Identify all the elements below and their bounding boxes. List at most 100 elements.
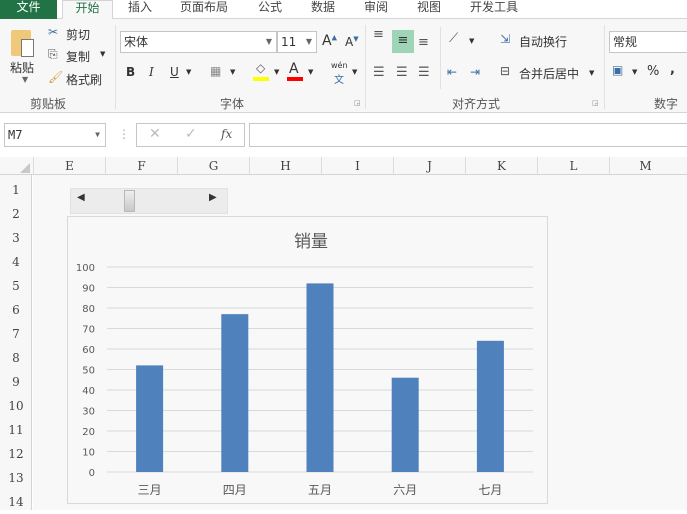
merge-center-label: 合并后居中 [519, 67, 580, 81]
row-header-5[interactable]: 5 [0, 274, 32, 298]
align-left-icon[interactable]: ☰ [373, 65, 385, 80]
row-header-9[interactable]: 9 [0, 370, 32, 394]
font-size-select[interactable]: 11 ▼ [277, 31, 317, 53]
formula-bar: M7 ▼ ⋮ ✕ ✓ fx [0, 114, 687, 154]
row-header-8[interactable]: 8 [0, 346, 32, 370]
align-right-icon[interactable]: ☰ [418, 65, 430, 80]
y-tick-label: 60 [82, 345, 95, 356]
phonetic-pinyin: wén [331, 61, 348, 70]
fill-color-button[interactable]: ◇ ▼ [252, 61, 282, 81]
column-header-F[interactable]: F [105, 157, 177, 175]
align-middle-button[interactable]: ≡ [392, 30, 414, 53]
row-header-4[interactable]: 4 [0, 250, 32, 274]
column-header-J[interactable]: J [393, 157, 465, 175]
bar-四月[interactable] [221, 314, 249, 472]
phonetic-button[interactable]: wén 文 ▼ [330, 61, 360, 86]
group-label-font: 字体 [220, 97, 245, 111]
tab-developer[interactable]: 开发工具 [470, 0, 518, 19]
formula-buttons: ✕ ✓ fx [136, 123, 245, 147]
ribbon: 粘贴 ▼ ✂ 剪切 ⎘ 复制 ▼ 🖌 格式刷 剪贴板 宋体 ▼ 11 ▼ A▲ A▼… [0, 19, 687, 113]
copy-button[interactable]: ⎘ 复制 ▼ [48, 47, 110, 65]
x-tick-label: 四月 [223, 483, 247, 497]
tab-page-layout[interactable]: 页面布局 [180, 0, 228, 19]
tab-formulas[interactable]: 公式 [258, 0, 282, 19]
chevron-down-icon: ▼ [589, 69, 595, 77]
row-header-10[interactable]: 10 [0, 394, 32, 418]
tab-file[interactable]: 文件 [0, 0, 57, 19]
italic-button[interactable]: I [149, 65, 154, 79]
chevron-down-icon: ▼ [230, 68, 236, 76]
tab-review[interactable]: 审阅 [364, 0, 388, 19]
ribbon-tabs: 文件 开始 插入 页面布局 公式 数据 审阅 视图 开发工具 [0, 0, 687, 20]
row-header-12[interactable]: 12 [0, 442, 32, 466]
column-header-K[interactable]: K [465, 157, 537, 175]
bar-六月[interactable] [391, 377, 419, 472]
dialog-launcher-icon[interactable]: ◲ [592, 99, 599, 107]
align-bottom-icon[interactable]: ≡ [418, 35, 429, 50]
name-box-value: M7 [8, 128, 23, 142]
increase-indent-icon[interactable]: ⇥ [470, 65, 480, 79]
bar-七月[interactable] [476, 340, 504, 472]
tab-view[interactable]: 视图 [417, 0, 441, 19]
number-format-select[interactable]: 常规 [609, 31, 687, 53]
y-tick-label: 40 [82, 386, 95, 397]
column-header-H[interactable]: H [249, 157, 321, 175]
row-header-13[interactable]: 13 [0, 466, 32, 490]
align-center-icon[interactable]: ☰ [396, 65, 408, 80]
tab-home[interactable]: 开始 [62, 0, 113, 20]
wrap-text-button[interactable]: ⇲ 自动换行 [500, 31, 580, 51]
scroll-thumb[interactable] [124, 190, 135, 212]
merge-center-button[interactable]: ⊟ 合并后居中 ▼ [500, 63, 598, 83]
cut-button[interactable]: ✂ 剪切 [48, 25, 108, 43]
tab-insert[interactable]: 插入 [128, 0, 152, 19]
underline-button[interactable]: U [170, 65, 179, 79]
column-header-E[interactable]: E [33, 157, 105, 175]
orientation-icon[interactable]: ⟋ [449, 31, 458, 46]
row-header-6[interactable]: 6 [0, 298, 32, 322]
scrollbar-control[interactable]: ◀ ▶ [70, 188, 228, 214]
enter-check-icon[interactable]: ✓ [185, 124, 197, 144]
chevron-down-icon: ▼ [100, 50, 106, 58]
increase-font-size-button[interactable]: A▲ [322, 33, 337, 49]
wrap-text-label: 自动换行 [519, 35, 568, 49]
cut-label: 剪切 [66, 28, 91, 42]
bar-五月[interactable] [306, 283, 334, 472]
font-color-button[interactable]: A ▼ [286, 61, 316, 81]
format-painter-button[interactable]: 🖌 格式刷 [48, 70, 108, 88]
currency-format-icon[interactable]: ▣ [612, 63, 623, 77]
cancel-icon[interactable]: ✕ [149, 124, 161, 144]
row-header-1[interactable]: 1 [0, 178, 32, 202]
y-tick-label: 50 [82, 366, 95, 377]
row-header-7[interactable]: 7 [0, 322, 32, 346]
name-box[interactable]: M7 ▼ [4, 123, 106, 147]
chart-title: 销量 [294, 232, 328, 252]
bar-三月[interactable] [136, 365, 164, 472]
row-header-2[interactable]: 2 [0, 202, 32, 226]
paste-button[interactable]: 粘贴 ▼ [8, 27, 42, 89]
bold-button[interactable]: B [126, 65, 135, 79]
column-header-I[interactable]: I [321, 157, 393, 175]
chevron-down-icon: ▼ [274, 68, 280, 76]
scroll-left-arrow-icon[interactable]: ◀ [77, 192, 85, 203]
decrease-indent-icon[interactable]: ⇤ [447, 65, 457, 79]
decrease-font-size-button[interactable]: A▼ [345, 35, 359, 49]
dialog-launcher-icon[interactable]: ◲ [354, 99, 361, 107]
column-header-L[interactable]: L [537, 157, 609, 175]
percent-button[interactable]: % [647, 64, 659, 79]
column-header-M[interactable]: M [609, 157, 681, 175]
column-header-G[interactable]: G [177, 157, 249, 175]
align-top-icon[interactable]: ≡ [373, 27, 384, 42]
select-all-corner[interactable] [20, 163, 30, 173]
borders-icon[interactable]: ▦ [210, 64, 221, 78]
insert-function-button[interactable]: fx [221, 124, 232, 144]
comma-button[interactable]: , [670, 62, 675, 77]
tab-data[interactable]: 数据 [311, 0, 335, 19]
row-header-11[interactable]: 11 [0, 418, 32, 442]
formula-input[interactable] [249, 123, 687, 147]
sales-chart[interactable]: 销量 0 10 20 30 40 50 60 70 80 90 100 三月 四月 五月 六月 七月 [67, 216, 548, 504]
font-name-select[interactable]: 宋体 ▼ [120, 31, 277, 53]
row-header-3[interactable]: 3 [0, 226, 32, 250]
x-tick-label: 五月 [308, 483, 332, 497]
scroll-right-arrow-icon[interactable]: ▶ [209, 192, 217, 203]
row-header-14[interactable]: 14 [0, 490, 32, 514]
